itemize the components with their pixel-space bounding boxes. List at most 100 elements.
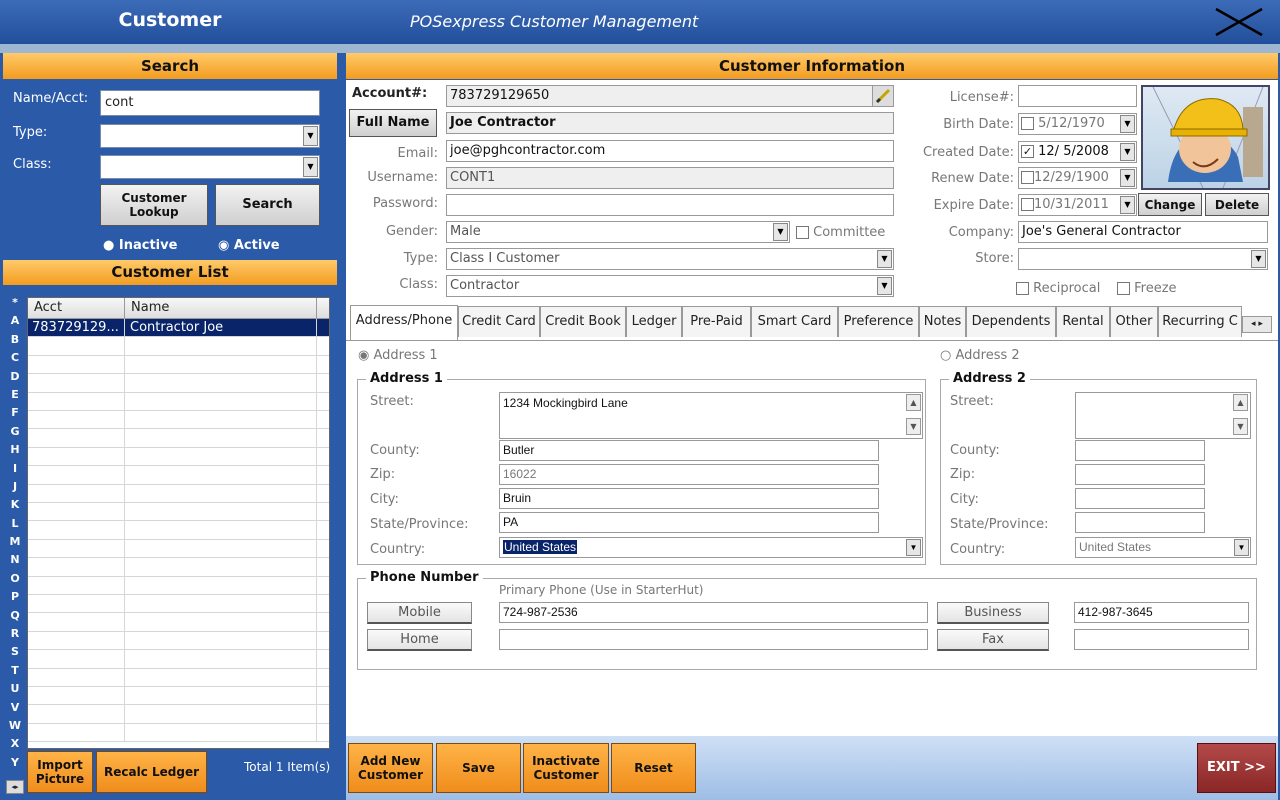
save-button[interactable]: Save (436, 743, 521, 793)
import-picture-button[interactable]: Import Picture (27, 751, 93, 793)
tab-recurring[interactable]: Recurring C (1158, 306, 1242, 337)
birth-date-input[interactable]: 5/12/1970▼ (1018, 113, 1137, 135)
home-input[interactable] (499, 629, 928, 650)
class-select[interactable]: ▼ (100, 155, 320, 179)
table-row[interactable] (28, 503, 329, 521)
table-row[interactable]: 783729129...Contractor Joe (28, 319, 329, 337)
recalc-ledger-button[interactable]: Recalc Ledger (96, 751, 207, 793)
tab-ledger[interactable]: Ledger (626, 306, 682, 337)
license-input[interactable] (1018, 85, 1137, 107)
alpha-20[interactable]: T (3, 662, 27, 680)
alpha-18[interactable]: R (3, 625, 27, 643)
tab-rental[interactable]: Rental (1056, 306, 1110, 337)
alpha-19[interactable]: S (3, 643, 27, 661)
city2-input[interactable] (1075, 488, 1205, 509)
table-row[interactable] (28, 577, 329, 595)
add-new-customer-button[interactable]: Add New Customer (348, 743, 433, 793)
county-input[interactable]: Butler (499, 440, 879, 461)
tab-dependents[interactable]: Dependents (966, 306, 1056, 337)
alpha-21[interactable]: U (3, 680, 27, 698)
tab-smart-card[interactable]: Smart Card (751, 306, 838, 337)
table-row[interactable] (28, 411, 329, 429)
username-input[interactable]: CONT1 (446, 167, 894, 189)
table-row[interactable] (28, 540, 329, 558)
scroll-down-icon[interactable]: ▼ (1233, 418, 1248, 435)
delete-photo-button[interactable]: Delete (1205, 193, 1269, 216)
table-row[interactable] (28, 521, 329, 539)
search-button[interactable]: Search (215, 184, 320, 226)
table-row[interactable] (28, 337, 329, 355)
active-radio[interactable]: ◉ Active (218, 238, 280, 253)
name-acct-input[interactable]: cont (100, 90, 320, 116)
store-select[interactable]: ▼ (1018, 248, 1268, 270)
alpha-23[interactable]: W (3, 717, 27, 735)
table-row[interactable] (28, 374, 329, 392)
county2-input[interactable] (1075, 440, 1205, 461)
alpha-6[interactable]: F (3, 404, 27, 422)
tab-scroll-arrows-icon[interactable]: ◂ ▸ (1242, 316, 1272, 333)
alpha-4[interactable]: D (3, 368, 27, 386)
mobile-input[interactable]: 724-987-2536 (499, 602, 928, 623)
table-row[interactable] (28, 356, 329, 374)
freeze-checkbox[interactable]: Freeze (1117, 281, 1177, 296)
tab-credit-book[interactable]: Credit Book (540, 306, 626, 337)
table-row[interactable] (28, 650, 329, 668)
scroll-arrows-icon[interactable]: ◂▸ (6, 780, 24, 794)
table-row[interactable] (28, 613, 329, 631)
email-input[interactable]: joe@pghcontractor.com (446, 140, 894, 162)
type-info-select[interactable]: Class I Customer▼ (446, 248, 894, 270)
full-name-input[interactable]: Joe Contractor (446, 112, 894, 134)
alpha-2[interactable]: B (3, 331, 27, 349)
city-input[interactable]: Bruin (499, 488, 879, 509)
scroll-down-icon[interactable]: ▼ (906, 418, 921, 435)
inactivate-customer-button[interactable]: Inactivate Customer (523, 743, 609, 793)
alpha-15[interactable]: O (3, 570, 27, 588)
alpha-9[interactable]: I (3, 460, 27, 478)
alpha-22[interactable]: V (3, 699, 27, 717)
table-row[interactable] (28, 448, 329, 466)
change-photo-button[interactable]: Change (1138, 193, 1202, 216)
table-row[interactable] (28, 558, 329, 576)
scroll-up-icon[interactable]: ▲ (906, 394, 921, 411)
mobile-button[interactable]: Mobile (367, 602, 472, 624)
street-input[interactable]: 1234 Mockingbird Lane (499, 392, 923, 439)
inactive-radio[interactable]: ● Inactive (103, 238, 177, 253)
expire-date-input[interactable]: 10/31/2011▼ (1018, 194, 1137, 216)
alpha-3[interactable]: C (3, 349, 27, 367)
country2-select[interactable]: United States▼ (1075, 537, 1251, 558)
tab-preference[interactable]: Preference (838, 306, 919, 337)
scroll-up-icon[interactable]: ▲ (1233, 394, 1248, 411)
committee-checkbox[interactable]: Committee (796, 225, 885, 240)
zip-input[interactable]: 16022 (499, 464, 879, 485)
state2-input[interactable] (1075, 512, 1205, 533)
street2-input[interactable] (1075, 392, 1251, 439)
alpha-12[interactable]: L (3, 515, 27, 533)
alpha-16[interactable]: P (3, 588, 27, 606)
table-row[interactable] (28, 595, 329, 613)
renew-date-input[interactable]: 12/29/1900▼ (1018, 167, 1137, 189)
alpha-8[interactable]: H (3, 441, 27, 459)
country-select[interactable]: United States▼ (499, 537, 923, 558)
business-button[interactable]: Business (937, 602, 1049, 624)
reciprocal-checkbox[interactable]: Reciprocal (1016, 281, 1100, 296)
exit-button[interactable]: EXIT >> (1197, 743, 1276, 793)
table-row[interactable] (28, 393, 329, 411)
tab-pre-paid[interactable]: Pre-Paid (682, 306, 751, 337)
alpha-1[interactable]: A (3, 312, 27, 330)
table-row[interactable] (28, 429, 329, 447)
created-date-input[interactable]: ✓ 12/ 5/2008▼ (1018, 141, 1137, 163)
alpha-14[interactable]: N (3, 551, 27, 569)
customer-lookup-button[interactable]: Customer Lookup (100, 184, 208, 226)
tab-notes[interactable]: Notes (919, 306, 966, 337)
alpha-0[interactable]: * (3, 294, 27, 312)
state-input[interactable]: PA (499, 512, 879, 533)
password-input[interactable] (446, 194, 894, 216)
table-row[interactable] (28, 687, 329, 705)
table-row[interactable] (28, 632, 329, 650)
alpha-11[interactable]: K (3, 496, 27, 514)
type-select[interactable]: ▼ (100, 124, 320, 148)
alpha-13[interactable]: M (3, 533, 27, 551)
table-row[interactable] (28, 669, 329, 687)
customer-grid[interactable]: Acct Name 783729129...Contractor Joe (27, 297, 330, 749)
tab-credit-card[interactable]: Credit Card (458, 306, 540, 337)
